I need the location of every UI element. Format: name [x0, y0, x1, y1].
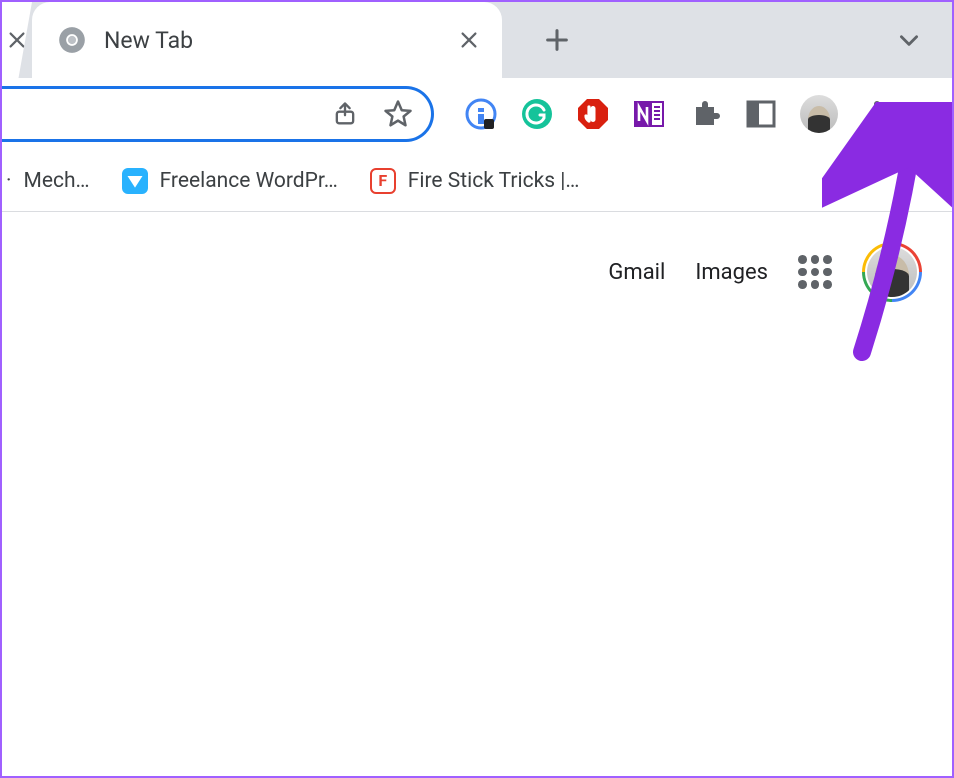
- chevron-down-icon: [896, 27, 922, 53]
- chrome-icon: [58, 26, 86, 54]
- bookmark-item-1[interactable]: · Mech…: [6, 163, 98, 199]
- tab-title: New Tab: [104, 27, 440, 54]
- onenote-icon: [632, 97, 666, 131]
- three-dots-icon: [860, 97, 894, 131]
- extension-button-grammarly[interactable]: [520, 97, 554, 131]
- info-lock-icon: [464, 97, 498, 131]
- gmail-link[interactable]: Gmail: [608, 260, 665, 285]
- avatar-icon: [800, 95, 838, 133]
- tab-strip: New Tab: [2, 2, 952, 78]
- freelancer-favicon: [122, 168, 148, 194]
- avatar-icon: [867, 247, 917, 297]
- images-link[interactable]: Images: [695, 260, 768, 285]
- new-tab-button[interactable]: [522, 2, 592, 78]
- side-panel-icon: [744, 97, 778, 131]
- address-bar[interactable]: [2, 86, 434, 142]
- ntp-header: Gmail Images: [2, 212, 952, 302]
- extensions-menu-button[interactable]: [688, 97, 722, 131]
- grammarly-icon: [520, 97, 554, 131]
- profile-avatar-button[interactable]: [800, 95, 838, 133]
- adblock-icon: [576, 97, 610, 131]
- previous-tab-close-button[interactable]: [2, 2, 32, 78]
- side-panel-button[interactable]: [744, 97, 778, 131]
- bookmark-label: Freelance WordPr…: [160, 169, 338, 193]
- bookmark-star-icon[interactable]: [383, 99, 413, 129]
- bookmark-item-3[interactable]: F Fire Stick Tricks |…: [362, 162, 588, 200]
- bookmark-label: Mech…: [24, 169, 90, 193]
- account-avatar-button[interactable]: [862, 242, 922, 302]
- close-tab-button[interactable]: [458, 29, 480, 51]
- toolbar-extension-area: [464, 95, 894, 133]
- bookmark-label: Fire Stick Tricks |…: [408, 169, 580, 193]
- plus-icon: [543, 26, 571, 54]
- close-icon: [6, 29, 28, 51]
- chrome-menu-button[interactable]: [860, 97, 894, 131]
- extension-button-onenote[interactable]: [632, 97, 666, 131]
- browser-toolbar: [2, 78, 952, 150]
- share-icon[interactable]: [331, 100, 359, 128]
- firestick-favicon: F: [370, 168, 396, 194]
- puzzle-icon: [688, 97, 722, 131]
- google-apps-button[interactable]: [798, 255, 832, 289]
- extension-button-adblock[interactable]: [576, 97, 610, 131]
- bookmark-item-2[interactable]: Freelance WordPr…: [114, 162, 346, 200]
- tab-search-button[interactable]: [884, 2, 934, 78]
- extension-button-1[interactable]: [464, 97, 498, 131]
- active-tab[interactable]: New Tab: [32, 2, 502, 78]
- bookmarks-bar: · Mech… Freelance WordPr… F Fire Stick T…: [2, 150, 952, 212]
